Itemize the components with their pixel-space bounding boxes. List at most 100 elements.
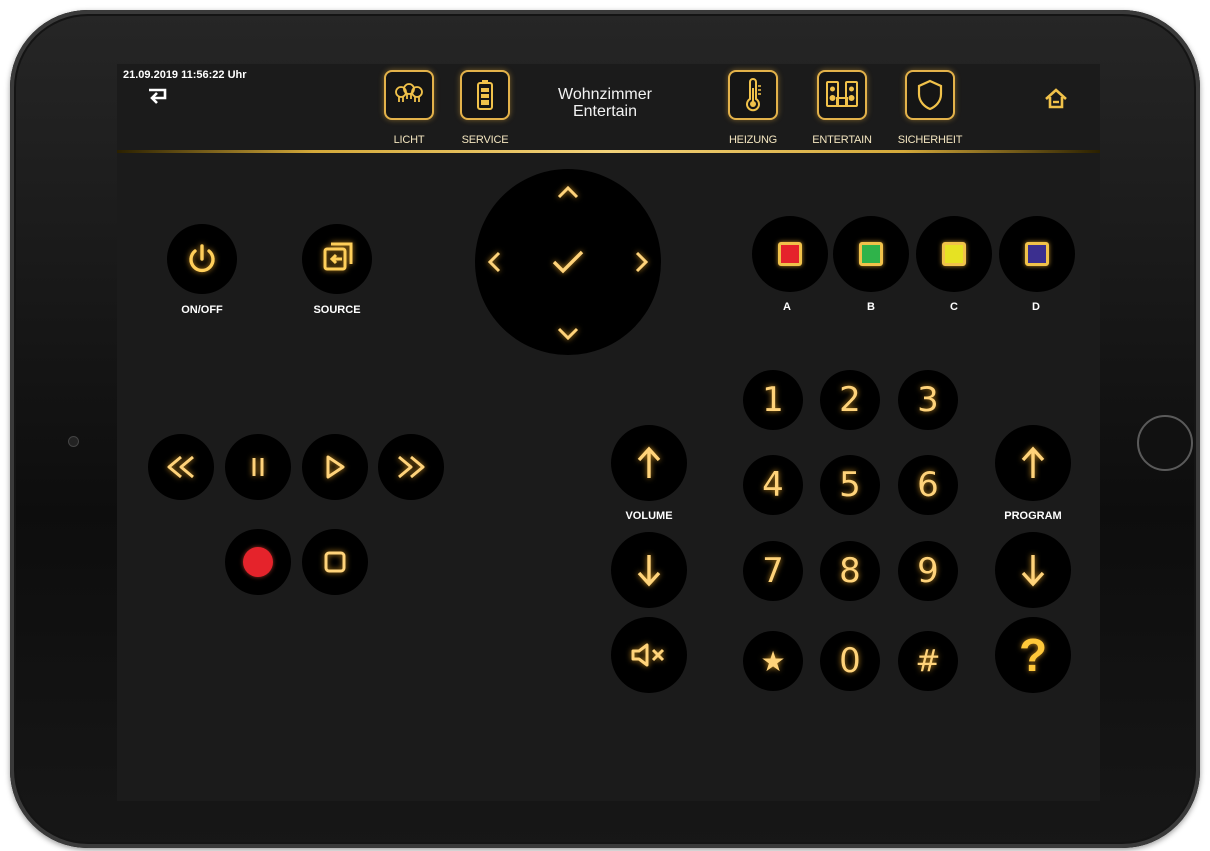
source-icon bbox=[323, 242, 353, 271]
pause-button[interactable] bbox=[225, 434, 291, 500]
arrow-up-icon bbox=[1021, 446, 1045, 478]
nav-entertain[interactable]: ENTERTAIN bbox=[807, 68, 877, 150]
program-up-button[interactable] bbox=[995, 425, 1071, 501]
dpad-down-button[interactable] bbox=[548, 319, 588, 349]
nav-sicherheit-box bbox=[905, 70, 955, 120]
nav-licht-label: LICHT bbox=[393, 134, 425, 146]
numpad-digit: # bbox=[915, 643, 941, 679]
chevron-left-icon bbox=[487, 251, 501, 273]
nav-service-label: SERVICE bbox=[461, 134, 509, 146]
numpad-key-8[interactable]: 8 bbox=[820, 541, 880, 601]
rewind-icon bbox=[167, 455, 194, 479]
program-label: PROGRAM bbox=[1004, 510, 1062, 522]
color-label-d: D bbox=[1032, 301, 1040, 313]
datetime-text: 21.09.2019 11:56:22 Uhr bbox=[123, 69, 247, 81]
thermometer-icon bbox=[746, 78, 761, 112]
numpad-digit: 8 bbox=[839, 551, 861, 591]
power-button[interactable] bbox=[167, 224, 237, 294]
volume-label: VOLUME bbox=[625, 510, 673, 522]
numpad-key-3[interactable]: 3 bbox=[898, 370, 958, 430]
numpad-digit: 0 bbox=[839, 641, 861, 681]
numpad-key-4[interactable]: 4 bbox=[743, 455, 803, 515]
nav-heizung[interactable]: HEIZUNG bbox=[718, 68, 788, 150]
chevron-up-icon bbox=[557, 185, 579, 199]
numpad-key-5[interactable]: 5 bbox=[820, 455, 880, 515]
nav-sicherheit-label: SICHERHEIT bbox=[897, 134, 963, 146]
numpad-digit: 5 bbox=[839, 465, 861, 505]
chevron-right-icon bbox=[635, 251, 649, 273]
nav-service[interactable]: SERVICE bbox=[450, 68, 520, 150]
color-button-c[interactable] bbox=[916, 216, 992, 292]
dpad-ok-button[interactable] bbox=[543, 237, 593, 287]
back-arrow-icon[interactable] bbox=[145, 86, 171, 108]
numpad-digit: 9 bbox=[917, 551, 939, 591]
arrow-down-icon bbox=[637, 555, 661, 587]
top-bar: 21.09.2019 11:56:22 Uhr LICHT SERVICE Wo… bbox=[117, 64, 1100, 153]
fast-forward-button[interactable] bbox=[378, 434, 444, 500]
source-button[interactable] bbox=[302, 224, 372, 294]
numpad-key-7[interactable]: 7 bbox=[743, 541, 803, 601]
numpad-key-hash[interactable]: # bbox=[898, 631, 958, 691]
rewind-button[interactable] bbox=[148, 434, 214, 500]
mute-button[interactable] bbox=[611, 617, 687, 693]
numpad-key-6[interactable]: 6 bbox=[898, 455, 958, 515]
numpad-key-star[interactable]: ★ bbox=[743, 631, 803, 691]
hardware-home-button[interactable] bbox=[1137, 415, 1193, 471]
numpad-key-2[interactable]: 2 bbox=[820, 370, 880, 430]
color-swatch-c bbox=[942, 242, 966, 266]
record-button[interactable] bbox=[225, 529, 291, 595]
dpad-left-button[interactable] bbox=[479, 242, 509, 282]
numpad-digit: 1 bbox=[762, 380, 784, 420]
home-icon[interactable] bbox=[1043, 86, 1069, 112]
arrow-up-icon bbox=[637, 446, 661, 478]
play-button[interactable] bbox=[302, 434, 368, 500]
numpad-digit: 3 bbox=[917, 380, 939, 420]
dpad bbox=[475, 169, 661, 355]
numpad-key-9[interactable]: 9 bbox=[898, 541, 958, 601]
pause-icon bbox=[252, 458, 264, 476]
room-name: Wohnzimmer bbox=[558, 86, 652, 103]
arrow-down-icon bbox=[1021, 555, 1045, 587]
room-title: Wohnzimmer Entertain bbox=[522, 86, 688, 120]
header-divider bbox=[117, 150, 1100, 153]
speakers-icon bbox=[826, 81, 858, 107]
stop-icon bbox=[324, 551, 346, 573]
fast-forward-icon bbox=[398, 455, 425, 479]
source-label: SOURCE bbox=[313, 304, 361, 316]
record-icon bbox=[243, 547, 273, 577]
dpad-right-button[interactable] bbox=[627, 242, 657, 282]
color-button-b[interactable] bbox=[833, 216, 909, 292]
numpad-digit: 7 bbox=[762, 551, 784, 591]
nav-sicherheit[interactable]: SICHERHEIT bbox=[895, 68, 965, 150]
nav-heizung-box bbox=[728, 70, 778, 120]
numpad-digit: 4 bbox=[762, 465, 784, 505]
program-down-button[interactable] bbox=[995, 532, 1071, 608]
color-swatch-b bbox=[859, 242, 883, 266]
nav-licht-box bbox=[384, 70, 434, 120]
camera-lens bbox=[69, 437, 78, 446]
nav-licht[interactable]: LICHT bbox=[374, 68, 444, 150]
room-mode: Entertain bbox=[572, 103, 638, 120]
color-button-d[interactable] bbox=[999, 216, 1075, 292]
bulbs-icon bbox=[395, 83, 423, 102]
remote-screen: 21.09.2019 11:56:22 Uhr LICHT SERVICE Wo… bbox=[117, 64, 1100, 801]
numpad-key-0[interactable]: 0 bbox=[820, 631, 880, 691]
numpad-digit: ★ bbox=[760, 644, 786, 678]
numpad-digit: 6 bbox=[917, 465, 939, 505]
question-mark-icon: ? bbox=[1018, 629, 1048, 681]
help-button[interactable]: ? bbox=[995, 617, 1071, 693]
dpad-up-button[interactable] bbox=[548, 177, 588, 207]
volume-down-button[interactable] bbox=[611, 532, 687, 608]
shield-icon bbox=[917, 79, 943, 111]
chevron-down-icon bbox=[557, 327, 579, 341]
stop-button[interactable] bbox=[302, 529, 368, 595]
color-swatch-a bbox=[778, 242, 802, 266]
numpad-key-1[interactable]: 1 bbox=[743, 370, 803, 430]
nav-entertain-label: ENTERTAIN bbox=[812, 134, 872, 146]
volume-up-button[interactable] bbox=[611, 425, 687, 501]
color-swatch-d bbox=[1025, 242, 1049, 266]
numpad-digit: 2 bbox=[839, 380, 861, 420]
color-button-a[interactable] bbox=[752, 216, 828, 292]
nav-service-box bbox=[460, 70, 510, 120]
play-icon bbox=[326, 455, 345, 479]
